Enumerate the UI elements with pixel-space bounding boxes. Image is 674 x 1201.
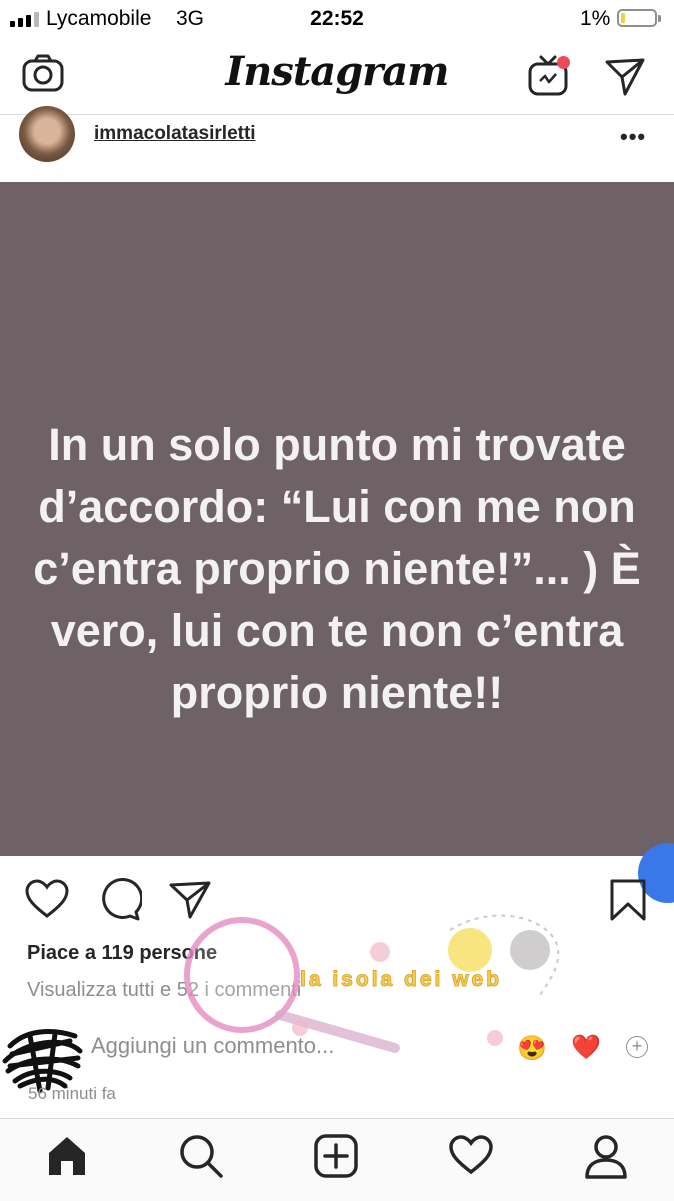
likes-count[interactable]: Piace a 119 persone	[27, 942, 217, 965]
status-time: 22:52	[310, 7, 364, 30]
direct-message-icon[interactable]	[603, 56, 647, 96]
comment-icon[interactable]	[96, 878, 142, 922]
post-image-text: In un solo punto mi trovate d’accordo: “…	[33, 419, 641, 718]
watermark-text: la isola dei web	[299, 968, 503, 992]
more-options-icon[interactable]: •••	[620, 124, 646, 150]
bookmark-icon[interactable]	[608, 878, 648, 922]
profile-icon[interactable]	[583, 1133, 629, 1179]
post-username[interactable]: immacolatasirletti	[94, 123, 256, 145]
red-heart-emoji-button[interactable]: ❤️	[571, 1033, 601, 1062]
activity-heart-icon[interactable]	[448, 1133, 494, 1177]
new-post-icon[interactable]	[313, 1133, 359, 1179]
share-icon[interactable]	[167, 880, 213, 920]
top-navigation: Instagram	[0, 36, 674, 115]
search-icon[interactable]	[178, 1133, 224, 1179]
heart-eyes-emoji-button[interactable]: 😍	[517, 1034, 547, 1063]
add-comment-input[interactable]: Aggiungi un commento...	[91, 1033, 334, 1059]
instagram-logo: Instagram	[225, 48, 450, 95]
view-comments-link[interactable]: Visualizza tutti e 52 i commenti	[27, 979, 301, 1002]
status-bar: Lycamobile 3G 22:52 1%	[0, 0, 674, 36]
more-emoji-icon[interactable]: +	[626, 1036, 648, 1058]
heart-icon[interactable]	[24, 878, 70, 920]
battery-percent: 1%	[580, 7, 611, 30]
bottom-tab-bar	[0, 1118, 674, 1201]
post-image[interactable]: In un solo punto mi trovate d’accordo: “…	[0, 182, 674, 856]
home-icon[interactable]	[44, 1133, 90, 1179]
avatar[interactable]	[19, 106, 75, 162]
notification-dot	[557, 56, 570, 69]
post-timestamp: 56 minuti fa	[28, 1084, 116, 1103]
battery-icon	[617, 9, 661, 27]
